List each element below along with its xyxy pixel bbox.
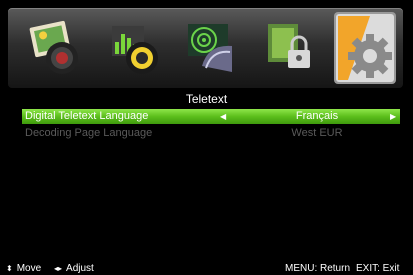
up-down-icon: ⬍ bbox=[6, 264, 13, 273]
category-channel[interactable] bbox=[176, 14, 246, 82]
left-right-icon: ◂▸ bbox=[54, 264, 63, 273]
channel-icon bbox=[188, 24, 232, 72]
lock-icon bbox=[268, 24, 310, 68]
help-adjust-label: Adjust bbox=[66, 263, 94, 274]
menu-item-digital-teletext-language[interactable]: Digital Teletext Language ◀ Français ▶ bbox=[22, 109, 400, 124]
menu-title: Teletext bbox=[185, 92, 228, 106]
menu-item-decoding-page-language: Decoding Page Language West EUR bbox=[22, 126, 400, 141]
arrow-left-icon[interactable]: ◀ bbox=[220, 109, 226, 124]
help-move-label: Move bbox=[16, 263, 42, 274]
menu-item-label: Decoding Page Language bbox=[25, 127, 153, 139]
category-setup[interactable] bbox=[330, 8, 400, 88]
menu-item-value: Français bbox=[295, 110, 339, 122]
picture-icon bbox=[29, 20, 78, 74]
category-lock[interactable] bbox=[254, 14, 324, 82]
menu-item-label: Digital Teletext Language bbox=[25, 110, 149, 122]
category-sound[interactable] bbox=[98, 14, 168, 82]
category-picture[interactable] bbox=[20, 14, 90, 82]
help-menu-return: MENU: Return bbox=[285, 263, 351, 274]
gear-icon bbox=[334, 12, 396, 84]
arrow-right-icon[interactable]: ▶ bbox=[390, 109, 396, 124]
menu-item-value: West EUR bbox=[291, 127, 343, 139]
help-adjust: ◂▸ Adjust bbox=[54, 262, 94, 275]
help-move: ⬍ Move bbox=[6, 262, 41, 275]
help-exit: EXIT: Exit bbox=[356, 263, 400, 274]
tv-osd-screen: Teletext Digital Teletext Language ◀ Fra… bbox=[0, 0, 413, 275]
category-bar bbox=[8, 8, 403, 88]
sound-icon bbox=[112, 26, 158, 74]
